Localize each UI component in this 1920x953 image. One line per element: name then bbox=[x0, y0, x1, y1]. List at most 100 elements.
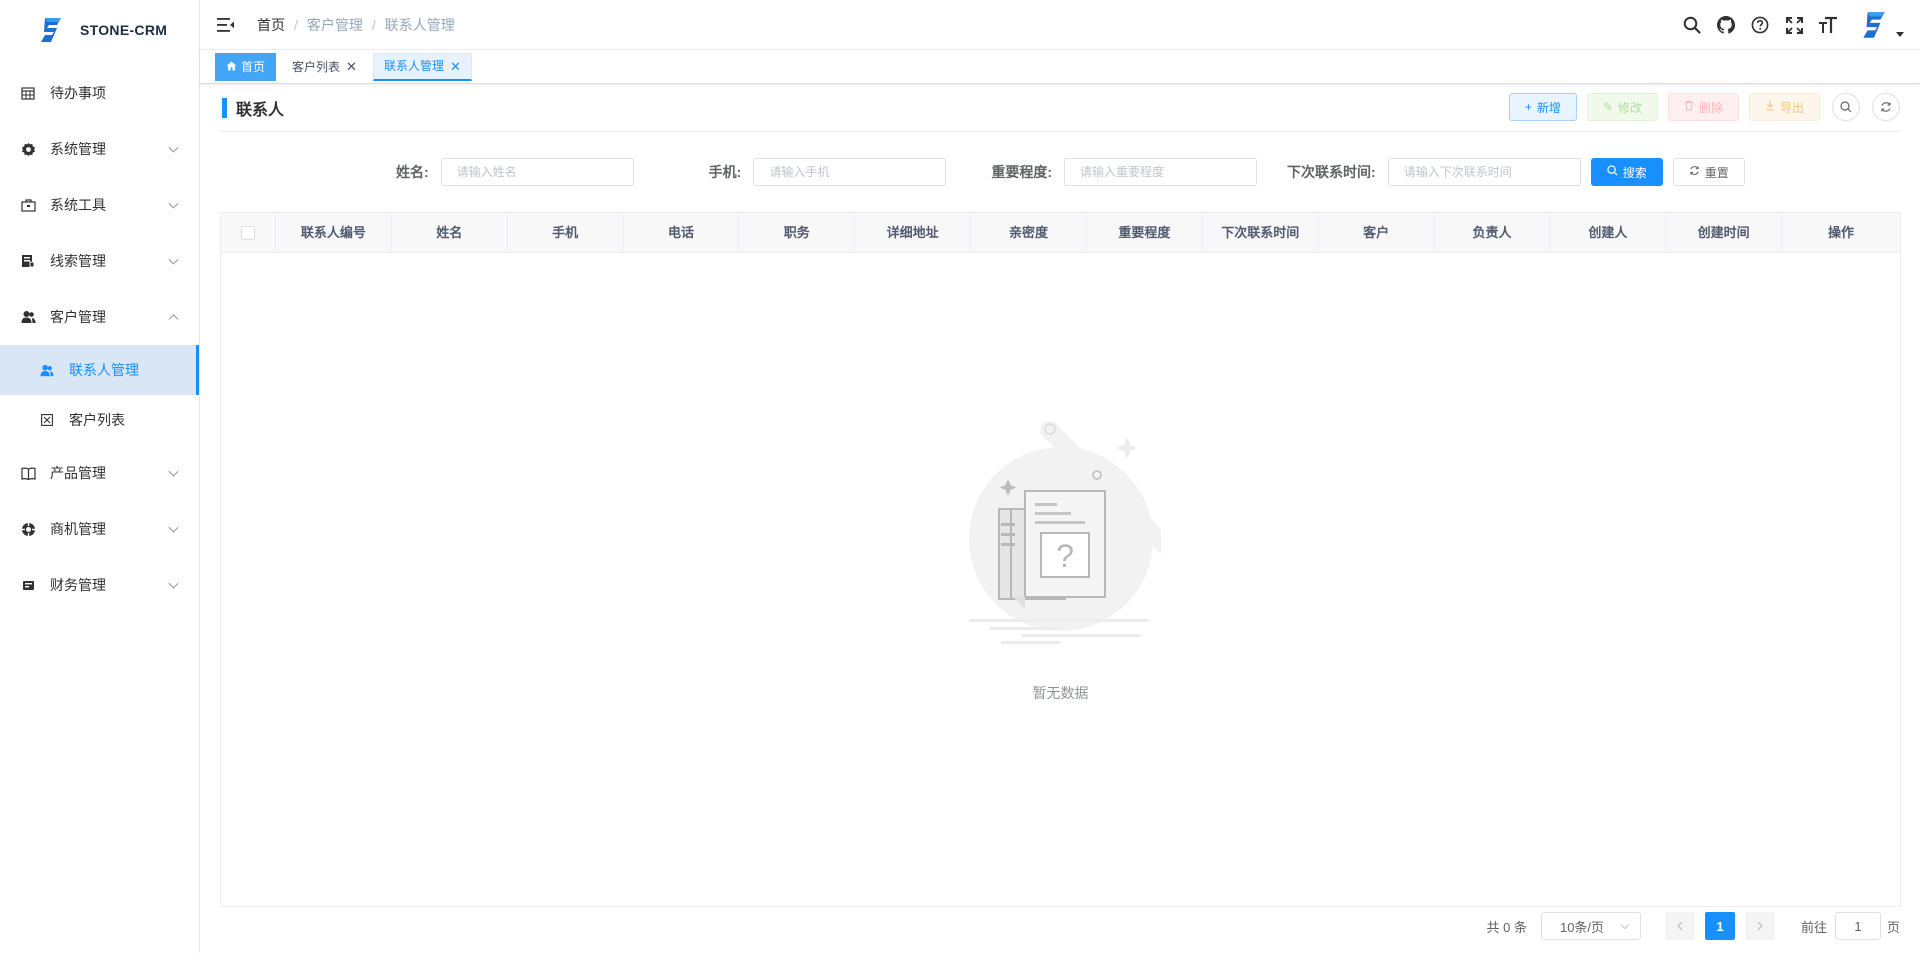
field-label: 手机: bbox=[708, 164, 742, 180]
finance-icon bbox=[20, 577, 36, 593]
prev-page-button[interactable] bbox=[1664, 912, 1695, 940]
select-all-checkbox[interactable] bbox=[240, 226, 255, 240]
next-page-button[interactable] bbox=[1744, 912, 1775, 940]
chevron-down-icon bbox=[168, 254, 179, 265]
edit-label: 修改 bbox=[1617, 100, 1642, 115]
column-header[interactable]: 职务 bbox=[739, 213, 856, 253]
total-count: 共 0 条 bbox=[1486, 919, 1527, 935]
select-all-cell bbox=[221, 213, 276, 253]
delete-label: 删除 bbox=[1698, 100, 1723, 115]
sidebar-item-customer-list[interactable]: 客户列表 bbox=[0, 395, 199, 445]
column-header[interactable]: 客户 bbox=[1319, 213, 1435, 253]
goto-label: 前往 bbox=[1800, 919, 1827, 935]
sidebar-item-label: 联系人管理 bbox=[69, 362, 139, 378]
breadcrumb-item[interactable]: 首页 bbox=[257, 15, 285, 35]
github-icon[interactable] bbox=[1716, 15, 1736, 35]
column-header[interactable]: 姓名 bbox=[392, 213, 508, 253]
next-contact-time-input[interactable] bbox=[1387, 158, 1581, 186]
help-icon[interactable] bbox=[1750, 15, 1770, 35]
title-accent bbox=[222, 97, 227, 118]
sidebar-item-label: 线索管理 bbox=[50, 253, 106, 269]
breadcrumb: 首页 / 客户管理 / 联系人管理 bbox=[257, 15, 455, 35]
close-icon[interactable]: ✕ bbox=[450, 60, 461, 73]
data-table: 联系人编号 姓名 手机 电话 职务 详细地址 亲密度 重要程度 下次联系时间 客… bbox=[220, 212, 1901, 907]
sidebar-item-todo[interactable]: 待办事项 bbox=[0, 65, 199, 121]
chevron-up-icon bbox=[168, 314, 179, 325]
column-header[interactable]: 重要程度 bbox=[1087, 213, 1203, 253]
column-header[interactable]: 负责人 bbox=[1435, 213, 1551, 253]
fullscreen-icon[interactable] bbox=[1784, 15, 1804, 35]
add-button[interactable]: + 新增 bbox=[1508, 93, 1577, 121]
svg-text:?: ? bbox=[1056, 538, 1074, 574]
home-icon bbox=[226, 54, 237, 80]
sidebar-item-label: 客户列表 bbox=[69, 412, 125, 428]
tag-contacts[interactable]: 联系人管理 ✕ bbox=[372, 52, 472, 81]
export-button[interactable]: 导出 bbox=[1748, 93, 1820, 121]
page-header: 联系人 + 新增 ✎ 修改 删除 导出 bbox=[220, 84, 1900, 132]
edit-button[interactable]: ✎ 修改 bbox=[1586, 93, 1658, 121]
refresh-icon bbox=[1881, 102, 1891, 112]
header-toolbar bbox=[1682, 0, 1920, 50]
sidebar-item-customers[interactable]: 客户管理 bbox=[0, 289, 199, 345]
tag-home[interactable]: 首页 bbox=[215, 52, 277, 81]
column-header[interactable]: 详细地址 bbox=[855, 213, 972, 253]
search-label: 搜索 bbox=[1622, 165, 1647, 180]
search-icon bbox=[1607, 165, 1618, 179]
close-icon[interactable]: ✕ bbox=[346, 60, 357, 73]
column-header[interactable]: 电话 bbox=[624, 213, 740, 253]
gear-icon bbox=[20, 141, 36, 157]
refresh-button[interactable] bbox=[1872, 93, 1900, 121]
tag-customer-list[interactable]: 客户列表 ✕ bbox=[281, 53, 368, 81]
goto-page-input[interactable] bbox=[1834, 912, 1881, 940]
column-header: 操作 bbox=[1828, 225, 1855, 240]
search-icon bbox=[1840, 101, 1852, 113]
hamburger-icon[interactable] bbox=[217, 17, 235, 33]
delete-button[interactable]: 删除 bbox=[1667, 93, 1739, 121]
sidebar-item-label: 待办事项 bbox=[50, 85, 106, 101]
refresh-icon bbox=[1689, 165, 1700, 179]
sidebar-item-finance[interactable]: 财务管理 bbox=[0, 557, 199, 613]
column-header[interactable]: 亲密度 bbox=[971, 213, 1087, 253]
toggle-search-button[interactable] bbox=[1832, 93, 1860, 121]
sidebar-item-system[interactable]: 系统管理 bbox=[0, 121, 199, 177]
navbar: 首页 / 客户管理 / 联系人管理 bbox=[200, 0, 1920, 50]
caret-down-icon[interactable] bbox=[1896, 31, 1904, 37]
sidebar-item-tools[interactable]: 系统工具 bbox=[0, 177, 199, 233]
chevron-down-icon bbox=[1620, 920, 1630, 930]
font-size-icon[interactable] bbox=[1818, 15, 1838, 35]
toolbox-icon bbox=[20, 197, 36, 213]
importance-input[interactable] bbox=[1064, 158, 1258, 186]
avatar[interactable] bbox=[1858, 9, 1890, 41]
page-size-value: 10条/页 bbox=[1559, 919, 1605, 935]
tag-label: 客户列表 bbox=[292, 59, 341, 74]
sidebar-item-opportunities[interactable]: 商机管理 bbox=[0, 501, 199, 557]
column-header[interactable]: 下次联系时间 bbox=[1203, 213, 1319, 253]
search-icon[interactable] bbox=[1682, 15, 1702, 35]
sidebar-item-label: 系统管理 bbox=[50, 141, 106, 157]
reset-button[interactable]: 重置 bbox=[1672, 158, 1745, 186]
tag-label: 联系人管理 bbox=[383, 59, 444, 73]
table-header: 联系人编号 姓名 手机 电话 职务 详细地址 亲密度 重要程度 下次联系时间 客… bbox=[221, 213, 1900, 253]
chevron-down-icon bbox=[168, 142, 179, 153]
calendar-icon bbox=[20, 85, 36, 101]
breadcrumb-item: 联系人管理 bbox=[384, 16, 455, 33]
sidebar-menu: 待办事项 系统管理 系统工具 线索管理 客户管理 联系人管理 客户列表 产品管理… bbox=[0, 65, 199, 613]
mobile-input[interactable] bbox=[753, 158, 947, 186]
sidebar-item-label: 产品管理 bbox=[50, 465, 106, 481]
logo-icon bbox=[41, 18, 61, 42]
page-size-select[interactable]: 10条/页 bbox=[1540, 912, 1641, 940]
sidebar-item-clues[interactable]: 线索管理 bbox=[0, 233, 199, 289]
column-header[interactable]: 创建人 bbox=[1550, 213, 1667, 253]
column-header[interactable]: 手机 bbox=[508, 213, 624, 253]
edit-icon: ✎ bbox=[1602, 100, 1613, 114]
download-icon bbox=[1765, 100, 1775, 114]
page-number-button[interactable]: 1 bbox=[1704, 912, 1735, 940]
column-header[interactable]: 联系人编号 bbox=[276, 213, 392, 253]
sidebar-item-contacts[interactable]: 联系人管理 bbox=[0, 345, 199, 395]
empty-illustration-icon: ? bbox=[968, 421, 1161, 644]
column-header[interactable]: 创建时间 bbox=[1666, 213, 1783, 253]
sidebar-item-products[interactable]: 产品管理 bbox=[0, 445, 199, 501]
search-button[interactable]: 搜索 bbox=[1590, 158, 1663, 186]
logo[interactable]: STONE-CRM bbox=[0, 0, 199, 60]
name-input[interactable] bbox=[440, 158, 634, 186]
